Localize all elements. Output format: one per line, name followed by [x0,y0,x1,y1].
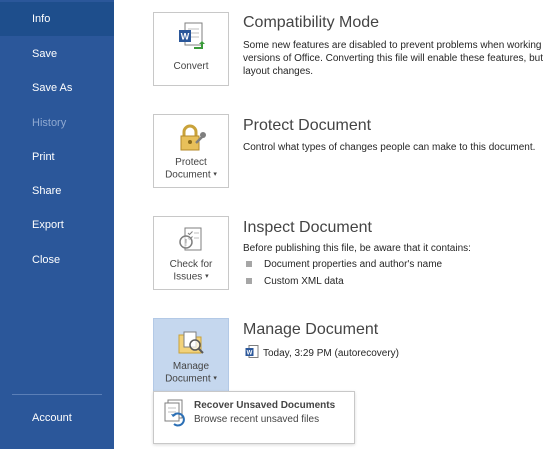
sidebar-item-print[interactable]: Print [0,140,114,174]
folder-magnifier-icon [176,327,206,357]
word-doc-icon: W [245,345,259,362]
recover-unsaved-documents-title: Recover Unsaved Documents [194,400,336,411]
sidebar-item-close[interactable]: Close [0,243,114,277]
manage-document-button[interactable]: Manage Document ▾ [153,318,229,392]
sidebar-item-history: History [32,117,67,129]
check-for-issues-label-line-2: Issues [173,271,203,283]
sidebar-item-save-as[interactable]: Save As [0,71,114,105]
compatibility-mode-desc-line-2: versions of Office. Converting this file… [243,53,543,64]
compatibility-mode-title: Compatibility Mode [243,14,380,31]
manage-document-dropdown: Recover Unsaved Documents Browse recent … [153,391,355,444]
convert-button[interactable]: W Convert [153,12,229,86]
recover-unsaved-documents-item[interactable]: Recover Unsaved Documents Browse recent … [154,392,354,443]
bullet-square-icon [246,261,252,268]
manage-document-label-line-2: Document [165,373,211,385]
svg-text:!: ! [185,238,188,248]
recover-unsaved-documents-subtitle: Browse recent unsaved files [194,414,320,425]
list-item: Document properties and author's name [246,259,442,270]
word-doc-convert-icon: W [176,21,206,51]
chevron-down-icon: ▾ [205,273,209,280]
protect-document-button[interactable]: Protect Document ▾ [153,114,229,188]
sidebar-item-share[interactable]: Share [0,174,114,208]
inspect-document-title: Inspect Document [243,219,372,236]
protect-document-title: Protect Document [243,117,372,134]
autorecovery-version-link[interactable]: W Today, 3:29 PM (autorecovery) [245,345,549,362]
chevron-down-icon: ▾ [213,375,217,382]
backstage-sidebar: Info Save Save As History Print Share Ex… [0,0,114,449]
protect-document-desc: Control what types of changes people can… [243,142,536,153]
sidebar-item-save[interactable]: Save [0,37,114,71]
sidebar-divider [12,394,102,395]
convert-button-label: Convert [173,61,209,72]
compatibility-mode-desc-line-3: layout changes. [243,66,314,77]
list-item: Custom XML data [246,276,344,287]
recover-documents-icon [162,398,190,428]
sidebar-item-info[interactable]: Info [0,2,114,36]
autorecovery-version-text: Today, 3:29 PM (autorecovery) [263,348,399,360]
compatibility-mode-desc-line-1: Some new features are disabled to preven… [243,40,542,51]
manage-document-label-line-1: Manage [172,361,210,372]
checklist-magnifier-icon: ! [176,225,206,255]
svg-text:W: W [247,351,253,357]
inspect-document-desc: Before publishing this file, be aware th… [243,243,471,254]
sidebar-item-export[interactable]: Export [0,208,114,242]
protect-document-label-line-2: Document [165,169,211,181]
bullet-square-icon [246,278,252,285]
chevron-down-icon: ▾ [213,171,217,178]
check-for-issues-label-line-1: Check for [169,259,213,270]
lock-key-icon [176,123,206,153]
svg-text:W: W [181,32,190,42]
check-for-issues-button[interactable]: ! Check for Issues ▾ [153,216,229,290]
protect-document-label-line-1: Protect [175,157,207,168]
manage-document-title: Manage Document [243,321,379,338]
sidebar-item-account[interactable]: Account [0,401,114,435]
